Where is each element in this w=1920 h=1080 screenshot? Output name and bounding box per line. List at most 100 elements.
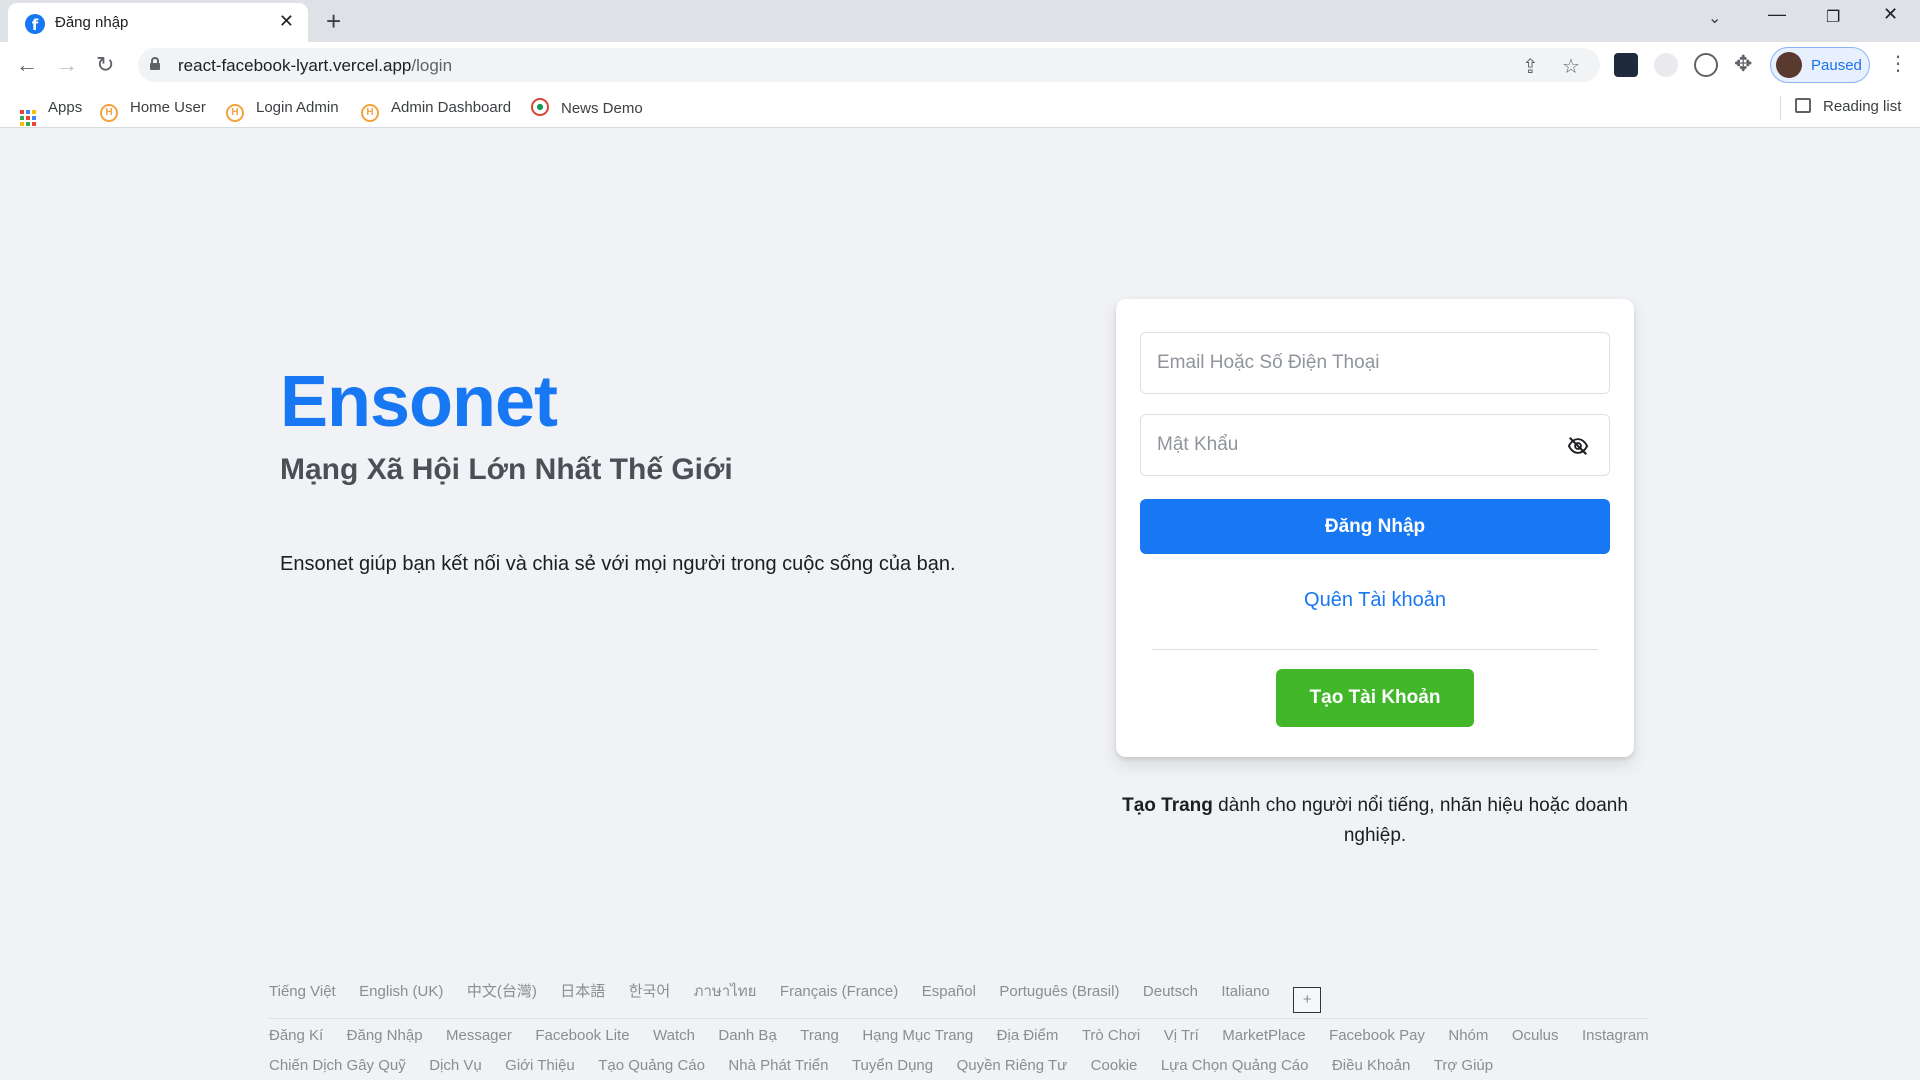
browser-tab-strip: f Đăng nhập ✕ + ⌄ — ❐ ✕	[0, 0, 1920, 42]
footer-link[interactable]: Giới Thiệu	[505, 1057, 575, 1074]
bookmark-apps[interactable]: Apps	[20, 98, 82, 126]
reading-list-icon	[1795, 98, 1811, 113]
react-devtools-extension-icon[interactable]	[1614, 53, 1638, 77]
footer-link[interactable]: Trang	[800, 1027, 839, 1044]
lock-icon	[150, 57, 160, 70]
email-placeholder: Email Hoặc Số Điện Thoại	[1157, 352, 1380, 373]
restore-icon[interactable]: ❐	[1826, 7, 1840, 27]
footer-link[interactable]: Instagram	[1582, 1027, 1649, 1044]
h-site-icon: H	[100, 104, 118, 122]
bookmark-admin-dashboard[interactable]: H Admin Dashboard	[361, 98, 511, 122]
profile-status: Paused	[1811, 57, 1862, 74]
footer-links-row-1: Đăng Kí Đăng Nhập Messager Facebook Lite…	[269, 1027, 1649, 1057]
footer-divider	[269, 1018, 1649, 1019]
language-link[interactable]: English (UK)	[359, 983, 443, 1000]
create-page-link[interactable]: Tạo Trang	[1122, 795, 1213, 816]
footer-link[interactable]: Địa Điểm	[997, 1027, 1059, 1044]
create-page-description: dành cho người nổi tiếng, nhãn hiệu hoặc…	[1218, 795, 1628, 846]
footer-links: Đăng Kí Đăng Nhập Messager Facebook Lite…	[269, 1027, 1649, 1080]
reload-icon[interactable]: ↻	[96, 52, 114, 78]
forgot-account-link[interactable]: Quên Tài khoản	[1140, 589, 1610, 612]
profile-button[interactable]: Paused	[1770, 47, 1870, 83]
footer-link[interactable]: Vị Trí	[1164, 1027, 1199, 1044]
bookmark-login-admin[interactable]: H Login Admin	[226, 98, 339, 122]
new-tab-icon[interactable]: +	[326, 6, 341, 37]
brand-logo-text: Ensonet	[280, 362, 558, 442]
card-divider	[1152, 649, 1598, 650]
tab-title: Đăng nhập	[55, 14, 129, 31]
footer-link[interactable]: Điều Khoản	[1332, 1057, 1410, 1074]
extensions-puzzle-icon[interactable]: ✥	[1734, 51, 1752, 77]
footer-link[interactable]: Quyền Riêng Tư	[957, 1057, 1068, 1074]
footer-link[interactable]: Hạng Mục Trang	[862, 1027, 973, 1044]
h-site-icon: H	[361, 104, 379, 122]
footer-link[interactable]: Messager	[446, 1027, 512, 1044]
footer-link[interactable]: Tạo Quảng Cáo	[598, 1057, 705, 1074]
browser-toolbar: ← → ↻ react-facebook-lyart.vercel.app/lo…	[0, 42, 1920, 88]
avatar	[1776, 52, 1802, 78]
language-link[interactable]: 日本語	[560, 980, 605, 1001]
footer-link[interactable]: Facebook Pay	[1329, 1027, 1425, 1044]
window-close-icon[interactable]: ✕	[1883, 4, 1898, 25]
language-link[interactable]: Tiếng Việt	[269, 983, 336, 1000]
language-link[interactable]: Español	[922, 983, 976, 1000]
footer-link[interactable]: Chiến Dịch Gây Quỹ	[269, 1057, 406, 1074]
tab-close-icon[interactable]: ✕	[279, 11, 294, 32]
language-link[interactable]: Deutsch	[1143, 983, 1198, 1000]
footer-link[interactable]: Cookie	[1091, 1057, 1138, 1074]
more-menu-icon[interactable]: ⋮	[1888, 51, 1908, 76]
intro-text: Ensonet giúp bạn kết nối và chia sẻ với …	[280, 553, 956, 575]
language-link[interactable]: Português (Brasil)	[999, 983, 1119, 1000]
footer-link[interactable]: Nhóm	[1448, 1027, 1488, 1044]
address-url: react-facebook-lyart.vercel.app/login	[178, 56, 453, 75]
reading-list-button[interactable]: Reading list	[1795, 98, 1901, 115]
language-link[interactable]: Italiano	[1221, 983, 1269, 1000]
bookmarks-bar: Apps H Home User H Login Admin H Admin Dash…	[0, 88, 1920, 128]
footer-link[interactable]: Danh Bạ	[718, 1027, 776, 1044]
footer-link[interactable]: Đăng Nhập	[347, 1027, 423, 1044]
password-placeholder: Mật Khẩu	[1157, 434, 1239, 455]
back-icon[interactable]: ←	[16, 52, 38, 78]
hide-password-eye-icon[interactable]	[1567, 435, 1589, 457]
bookmarks-divider	[1780, 96, 1781, 120]
footer-link[interactable]: Trợ Giúp	[1434, 1057, 1493, 1074]
browser-tab[interactable]: f Đăng nhập ✕	[8, 3, 308, 42]
footer-links-row-2: Chiến Dịch Gây Quỹ Dịch Vụ Giới Thiệu Tạ…	[269, 1057, 1649, 1080]
footer-link[interactable]: Nhà Phát Triển	[728, 1057, 828, 1074]
footer-link[interactable]: Tuyển Dụng	[852, 1057, 933, 1074]
apps-grid-icon	[20, 110, 36, 126]
password-field[interactable]: Mật Khẩu	[1140, 414, 1610, 476]
address-bar[interactable]: react-facebook-lyart.vercel.app/login ⇪ …	[138, 48, 1600, 82]
create-account-button[interactable]: Tạo Tài Khoản	[1276, 669, 1474, 727]
footer-link[interactable]: Oculus	[1512, 1027, 1559, 1044]
more-languages-button[interactable]: +	[1293, 987, 1322, 1013]
email-field[interactable]: Email Hoặc Số Điện Thoại	[1140, 332, 1610, 394]
footer-link[interactable]: Watch	[653, 1027, 695, 1044]
h-site-icon: H	[226, 104, 244, 122]
bookmark-star-icon[interactable]: ☆	[1562, 54, 1580, 79]
share-icon[interactable]: ⇪	[1522, 54, 1539, 79]
minimize-icon[interactable]: —	[1768, 4, 1786, 25]
footer-link[interactable]: MarketPlace	[1222, 1027, 1305, 1044]
language-list: Tiếng Việt English (UK) 中文(台灣) 日本語 한국어 ภ…	[269, 979, 1340, 1013]
footer-link[interactable]: Đăng Kí	[269, 1027, 323, 1044]
extension-icon[interactable]	[1654, 53, 1678, 77]
footer-link[interactable]: Facebook Lite	[535, 1027, 629, 1044]
extension-icon[interactable]	[1694, 53, 1718, 77]
footer-link[interactable]: Lựa Chọn Quảng Cáo	[1161, 1057, 1309, 1074]
language-link[interactable]: ภาษาไทย	[694, 979, 757, 1003]
footer-link[interactable]: Trò Chơi	[1082, 1027, 1140, 1044]
language-link[interactable]: 中文(台灣)	[467, 980, 537, 1001]
language-link[interactable]: Français (France)	[780, 983, 898, 1000]
tab-search-chevron-icon[interactable]: ⌄	[1708, 8, 1721, 28]
bookmark-news-demo[interactable]: News Demo	[531, 98, 643, 120]
language-link[interactable]: 한국어	[629, 980, 670, 1001]
login-card: Email Hoặc Số Điện Thoại Mật Khẩu Đăng N…	[1116, 299, 1634, 757]
login-button[interactable]: Đăng Nhập	[1140, 499, 1610, 554]
facebook-favicon-icon: f	[25, 14, 45, 34]
bookmark-home-user[interactable]: H Home User	[100, 98, 206, 122]
slogan: Mạng Xã Hội Lớn Nhất Thế Giới	[280, 453, 733, 486]
forward-icon[interactable]: →	[56, 52, 78, 78]
news-icon	[531, 98, 549, 116]
footer-link[interactable]: Dịch Vụ	[429, 1057, 482, 1074]
